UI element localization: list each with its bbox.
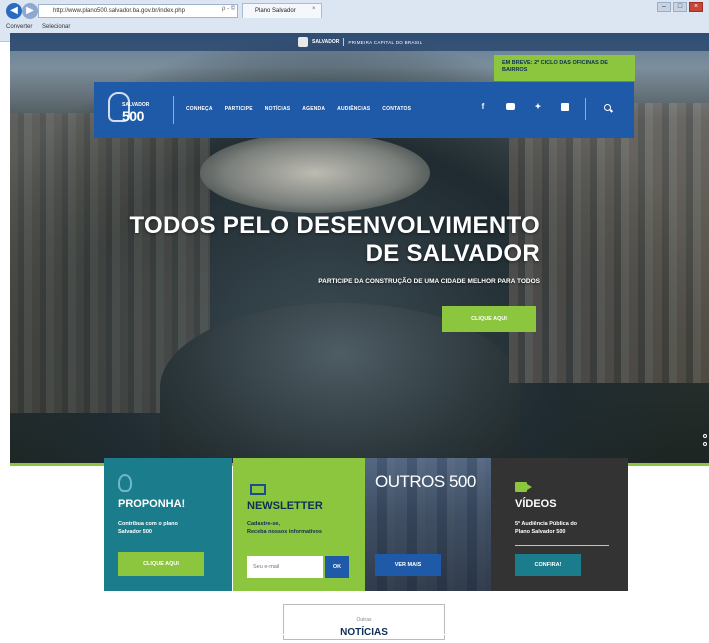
menu-item-audiencias[interactable]: AUDIÊNCIAS [337,106,370,112]
browser-tab[interactable]: Plano Salvador [242,3,322,18]
proponha-button[interactable]: CLIQUE AQUI [118,552,204,576]
menu-item-conheca[interactable]: CONHEÇA [186,106,213,112]
email-field[interactable] [247,556,323,578]
outros-500-card: OUTROS 500 VER MAIS [365,458,491,591]
back-icon[interactable]: ◀ [6,3,22,19]
news-heading-small: Outras [356,617,372,623]
proponha-desc: Contribua com o plano Salvador 500 [118,520,178,536]
address-controls[interactable]: ρ - © [222,6,235,12]
favorite-selecionar[interactable]: Selecionar [42,24,70,30]
window-controls: – □ × [657,2,703,12]
twitter-icon[interactable]: ✦ [533,102,543,111]
forward-icon[interactable]: ▶ [22,3,38,19]
newsletter-title: NEWSLETTER [247,500,323,512]
person-icon [118,474,132,492]
newsletter-ok-button[interactable]: OK [325,556,349,578]
menu-item-noticias[interactable]: NOTÍCIAS [265,106,291,112]
videos-card: VÍDEOS 5ª Audiência Pública do Plano Sal… [491,458,628,591]
newsletter-card: NEWSLETTER Cadastre-se, Receba nossos in… [233,458,365,591]
close-icon[interactable]: × [689,2,703,12]
proponha-card: PROPONHA! Contribua com o plano Salvador… [104,458,232,591]
tab-close-icon[interactable]: × [312,6,316,12]
slider-dots [703,434,709,450]
menu-item-participe[interactable]: PARTICIPE [225,106,253,112]
videos-desc: 5ª Audiência Pública do Plano Salvador 5… [515,520,577,536]
brand-divider [343,38,345,46]
news-heading: Outras NOTÍCIAS [283,604,445,640]
instagram-icon[interactable] [561,102,569,111]
menu-item-contatos[interactable]: CONTATOS [382,106,411,112]
proponha-title: PROPONHA! [118,498,186,510]
youtube-icon[interactable] [506,103,515,110]
announcement-banner[interactable]: EM BREVE: 2º CICLO DAS OFICINAS DE BAIRR… [494,55,635,81]
address-bar[interactable]: http://www.plano500.salvador.ba.gov.br/i… [38,4,238,18]
brand-name: SALVADOR [312,39,340,45]
videos-title: VÍDEOS [515,498,557,510]
city-emblem-icon [298,37,308,47]
hero-subtitle: PARTICIPE DA CONSTRUÇÃO DE UMA CIDADE ME… [318,278,540,285]
hero-cta-button[interactable]: CLIQUE AQUI [442,306,536,332]
proponha-desc-line-2: Salvador 500 [118,529,152,535]
salvador-500-logo[interactable]: SALVADOR 500 [108,90,163,130]
brand-tagline: PRIMEIRA CAPITAL DO BRASIL [348,39,423,45]
stadium-image [200,133,430,213]
news-heading-title: NOTÍCIAS [340,627,388,638]
video-camera-icon [515,482,532,492]
slider-dot[interactable] [703,434,707,438]
newsletter-desc: Cadastre-se, Receba nossos informativos [247,520,322,536]
city-brand: SALVADOR PRIMEIRA CAPITAL DO BRASIL [298,37,422,47]
menu: CONHEÇA PARTICIPE NOTÍCIAS AGENDA AUDIÊN… [186,106,411,112]
videos-desc-line-2: Plano Salvador 500 [515,529,566,535]
ver-mais-button[interactable]: VER MAIS [375,554,441,576]
menu-item-agenda[interactable]: AGENDA [302,106,325,112]
hero-title: TODOS PELO DESENVOLVIMENTO DE SALVADOR [129,212,540,267]
newsletter-desc-line-2: Receba nossos informativos [247,529,322,535]
social-links: f ✦ [478,102,569,111]
confira-button[interactable]: CONFIRA! [515,554,581,576]
proponha-desc-line-1: Contribua com o plano [118,521,178,527]
search-icon[interactable] [604,104,611,111]
envelope-icon [250,484,266,495]
logo-number: 500 [122,108,144,124]
outros-500-title: OUTROS 500 [375,472,476,491]
nav-divider [173,96,174,124]
newsletter-desc-line-1: Cadastre-se, [247,521,281,527]
favorites-bar: Converter Selecionar [0,21,709,33]
videos-desc-line-1: 5ª Audiência Pública do [515,521,578,527]
favorite-converter[interactable]: Converter [6,24,32,30]
social-divider [585,98,586,120]
facebook-icon[interactable]: f [478,102,488,111]
maximize-icon[interactable]: □ [673,2,687,12]
videos-divider [515,545,609,546]
slider-dot[interactable] [703,442,707,446]
main-navigation: SALVADOR 500 CONHEÇA PARTICIPE NOTÍCIAS … [94,82,634,138]
minimize-icon[interactable]: – [657,2,671,12]
